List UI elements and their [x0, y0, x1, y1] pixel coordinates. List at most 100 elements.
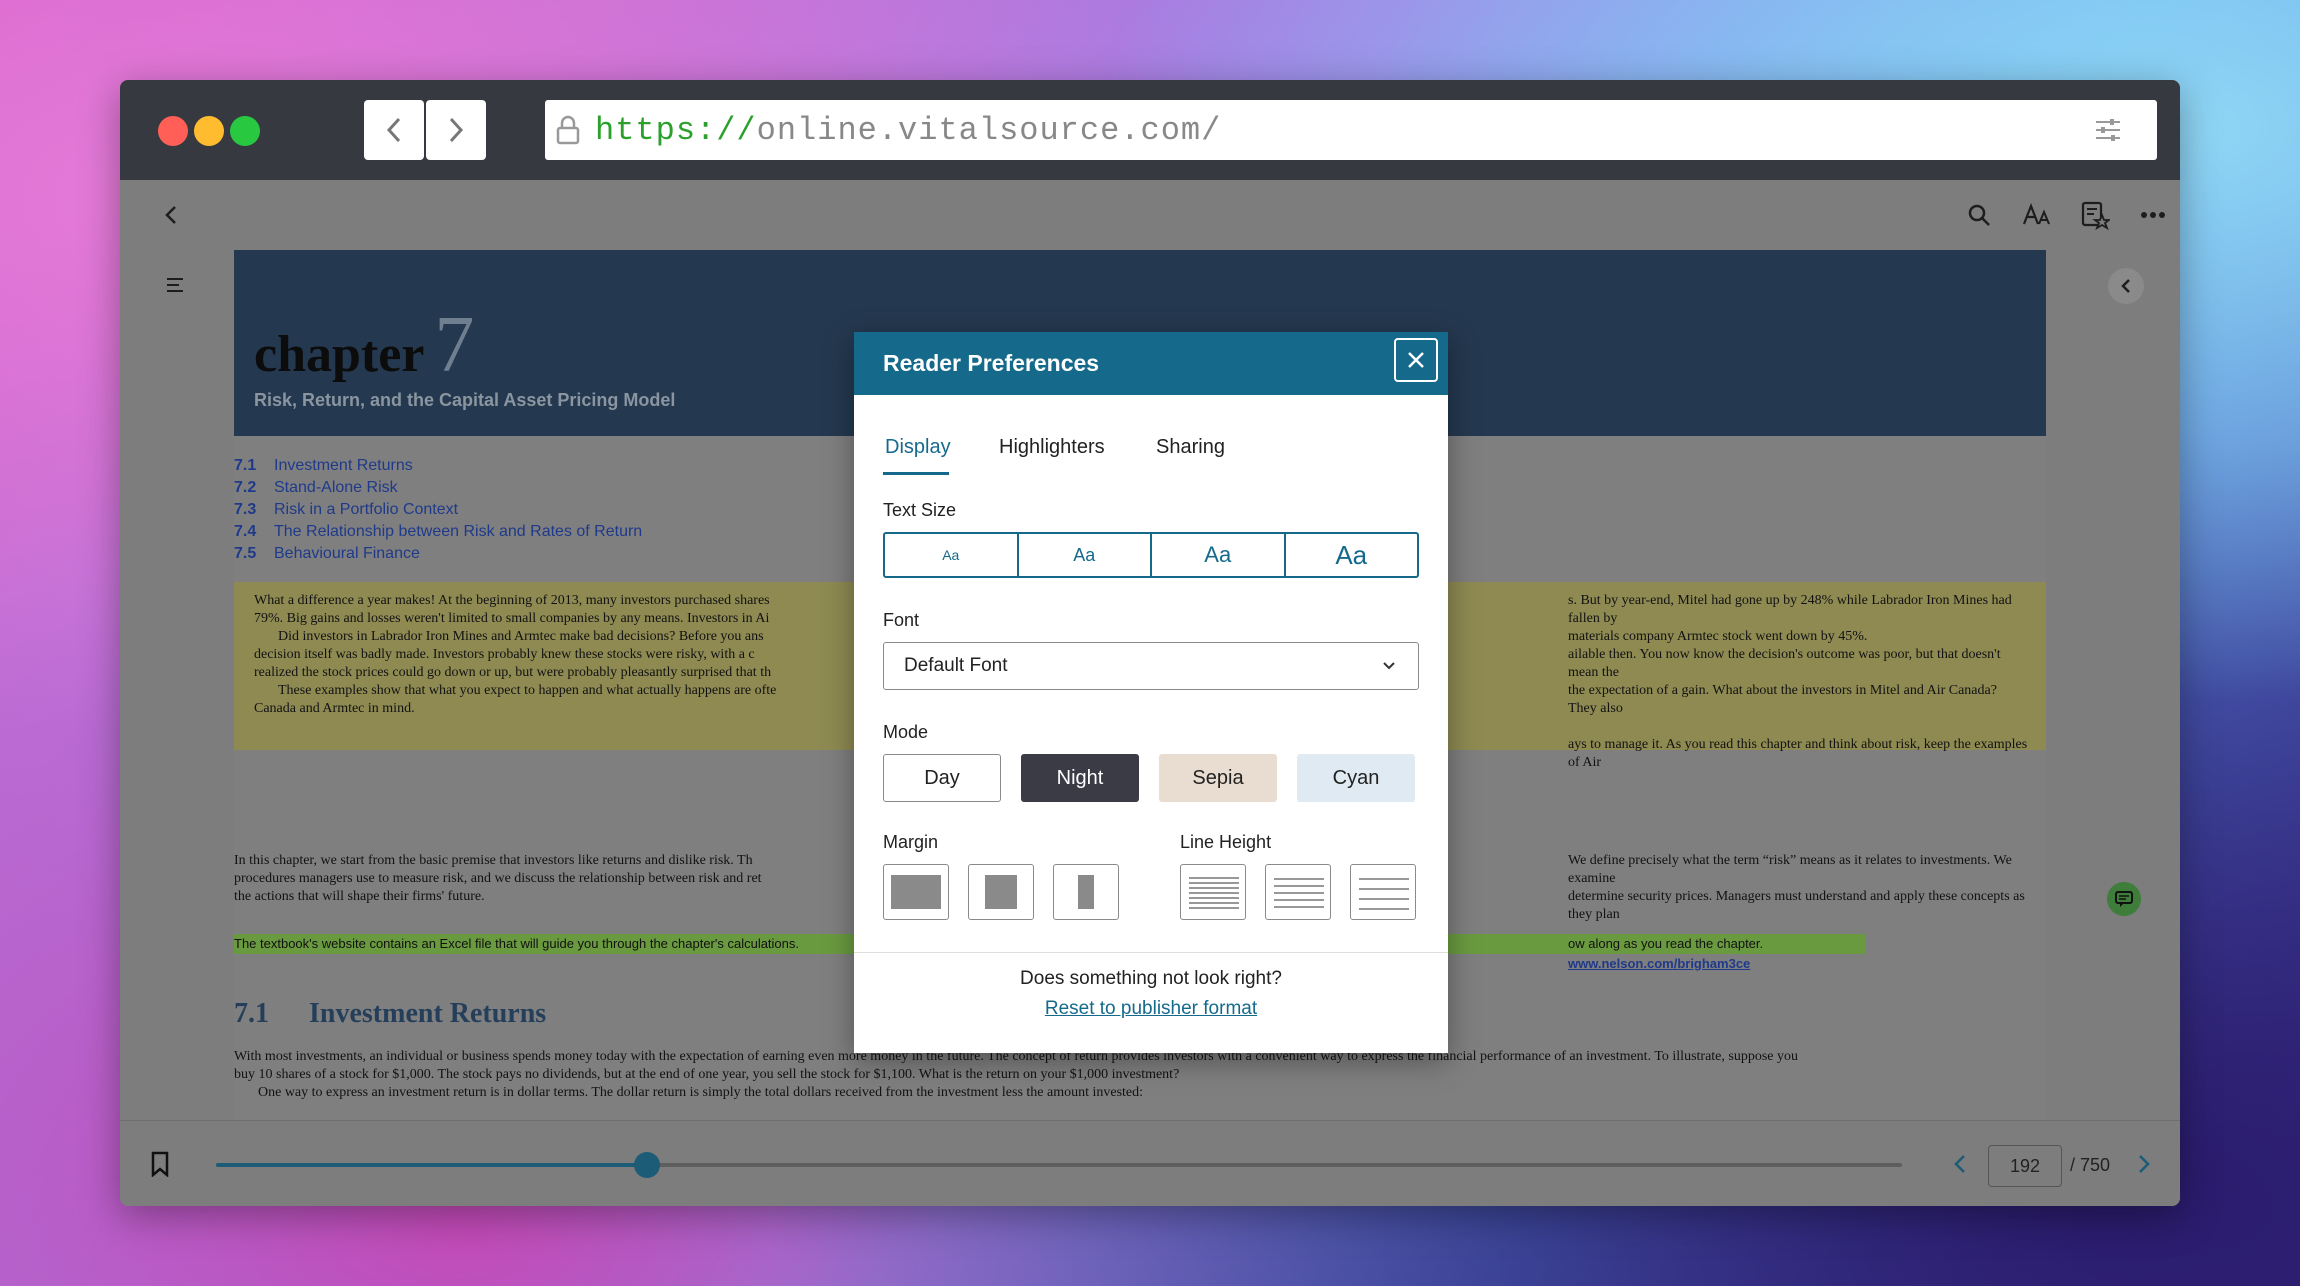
mode-cyan-button[interactable]: Cyan: [1297, 754, 1415, 802]
mode-night-button[interactable]: Night: [1021, 754, 1139, 802]
reset-publisher-format-link[interactable]: Reset to publisher format: [854, 998, 1448, 1020]
body-text-left: In this chapter, we start from the basic…: [234, 852, 914, 906]
close-window-button[interactable]: [158, 116, 188, 146]
page-number-input[interactable]: 192: [1988, 1145, 2062, 1187]
toc-item-title: Investment Returns: [274, 457, 413, 474]
text-line: realized the stock prices could go down …: [254, 664, 874, 682]
url-domain: online.vitalsource.com/: [757, 112, 1222, 149]
toc-item[interactable]: 7.4The Relationship between Risk and Rat…: [234, 521, 642, 543]
chevron-left-icon: [2119, 277, 2133, 295]
chapter-heading: chapter7: [254, 300, 474, 391]
collapse-panel-button[interactable]: [2108, 268, 2144, 304]
mode-sepia-button[interactable]: Sepia: [1159, 754, 1277, 802]
reader-preferences-dialog: Reader Preferences Display Highlighters …: [854, 332, 1448, 1053]
margin-narrow-button[interactable]: [883, 864, 949, 920]
website-note-text: The textbook's website contains an Excel…: [234, 934, 799, 954]
back-to-library-button[interactable]: [154, 198, 188, 232]
text-line: determine security prices. Managers must…: [1568, 888, 2046, 924]
font-select[interactable]: Default Font: [883, 642, 1419, 690]
current-page: 192: [2010, 1156, 2040, 1177]
margin-medium-button[interactable]: [968, 864, 1034, 920]
comments-button[interactable]: [2107, 882, 2141, 916]
close-dialog-button[interactable]: [1394, 338, 1438, 382]
tab-display[interactable]: Display: [885, 436, 951, 459]
tab-sharing[interactable]: Sharing: [1156, 436, 1225, 459]
text-line: procedures managers use to measure risk,…: [234, 870, 914, 888]
maximize-window-button[interactable]: [230, 116, 260, 146]
text-line: ailable then. You now know the decision'…: [1568, 646, 2028, 682]
text-size-small[interactable]: Aa: [1019, 534, 1153, 576]
text-size-large[interactable]: Aa: [1152, 534, 1286, 576]
line-height-compact-icon: [1189, 873, 1239, 913]
address-bar[interactable]: https://online.vitalsource.com/: [545, 100, 2157, 160]
bookmark-button[interactable]: [150, 1151, 170, 1182]
menu-icon: [165, 276, 185, 294]
browser-forward-button[interactable]: [426, 100, 486, 160]
website-link[interactable]: www.nelson.com/brigham3ce: [1568, 956, 1750, 971]
line-height-label: Line Height: [1180, 832, 1271, 853]
chevron-left-icon: [385, 116, 403, 144]
page-progress-slider[interactable]: [216, 1163, 1902, 1167]
total-pages: / 750: [2070, 1155, 2110, 1176]
toc-item-number: 7.4: [234, 521, 274, 543]
chevron-left-icon: [161, 203, 181, 227]
reader-toolbar: [120, 180, 2180, 250]
notes-button[interactable]: [2078, 198, 2112, 232]
dialog-divider: [854, 952, 1448, 953]
text-line: 79%. Big gains and losses weren't limite…: [254, 610, 874, 628]
line-height-compact-button[interactable]: [1180, 864, 1246, 920]
text-line: the actions that will shape their firms'…: [234, 888, 914, 906]
intro-text-left: What a difference a year makes! At the b…: [254, 592, 874, 718]
text-size-smallest[interactable]: Aa: [885, 534, 1019, 576]
minimize-window-button[interactable]: [194, 116, 224, 146]
line-height-loose-button[interactable]: [1350, 864, 1416, 920]
toc-item-title: The Relationship between Risk and Rates …: [274, 523, 642, 540]
more-options-button[interactable]: [2136, 198, 2170, 232]
toc-item[interactable]: 7.5Behavioural Finance: [234, 543, 642, 565]
line-height-normal-button[interactable]: [1265, 864, 1331, 920]
reader-footer: 192 / 750: [120, 1120, 2180, 1206]
browser-back-button[interactable]: [364, 100, 424, 160]
text-line: In this chapter, we start from the basic…: [234, 852, 914, 870]
active-tab-indicator: [883, 472, 949, 475]
chapter-word: chapter: [254, 326, 424, 383]
bookmark-icon: [150, 1151, 170, 1177]
toc-item[interactable]: 7.2Stand-Alone Risk: [234, 477, 642, 499]
text-line: buy 10 shares of a stock for $1,000. The…: [234, 1066, 2046, 1084]
toc-item[interactable]: 7.3Risk in a Portfolio Context: [234, 499, 642, 521]
text-line: ays to manage it. As you read this chapt…: [1568, 736, 2028, 772]
margin-medium-preview: [985, 875, 1017, 909]
text-line: materials company Armtec stock went down…: [1568, 628, 2028, 646]
previous-page-button[interactable]: [1952, 1151, 1968, 1182]
ellipsis-icon: [2140, 211, 2166, 219]
toc-item-title: Behavioural Finance: [274, 545, 420, 562]
toc-item-number: 7.1: [234, 455, 274, 477]
progress-handle[interactable]: [634, 1152, 660, 1178]
text-line: decision itself was badly made. Investor…: [254, 646, 874, 664]
text-line: We define precisely what the term “risk”…: [1568, 852, 2046, 888]
text-settings-button[interactable]: [2020, 198, 2054, 232]
toc-item-number: 7.2: [234, 477, 274, 499]
tab-highlighters[interactable]: Highlighters: [999, 436, 1105, 459]
search-button[interactable]: [1962, 198, 1996, 232]
mode-day-button[interactable]: Day: [883, 754, 1001, 802]
text-line: These examples show that what you expect…: [254, 682, 874, 700]
chapter-toc: 7.1Investment Returns 7.2Stand-Alone Ris…: [234, 455, 642, 565]
browser-settings-button[interactable]: [2078, 100, 2138, 160]
text-size-largest[interactable]: Aa: [1286, 534, 1418, 576]
table-of-contents-button[interactable]: [158, 268, 192, 302]
section-body: With most investments, an individual or …: [234, 1048, 2046, 1102]
chevron-right-icon: [2136, 1151, 2152, 1177]
section-heading: 7.1Investment Returns: [234, 998, 546, 1030]
toc-item[interactable]: 7.1Investment Returns: [234, 455, 642, 477]
next-page-button[interactable]: [2136, 1151, 2152, 1182]
chat-icon: [2114, 890, 2134, 908]
website-note-right: ow along as you read the chapter. www.ne…: [1568, 934, 1866, 974]
intro-text-right: s. But by year-end, Mitel had gone up by…: [1568, 592, 2028, 772]
url-protocol: https://: [595, 112, 757, 149]
chapter-number: 7: [434, 301, 474, 389]
margin-wide-button[interactable]: [1053, 864, 1119, 920]
margin-wide-preview: [1078, 875, 1094, 909]
text-line: s. But by year-end, Mitel had gone up by…: [1568, 592, 2028, 628]
font-size-icon: [2022, 202, 2052, 228]
